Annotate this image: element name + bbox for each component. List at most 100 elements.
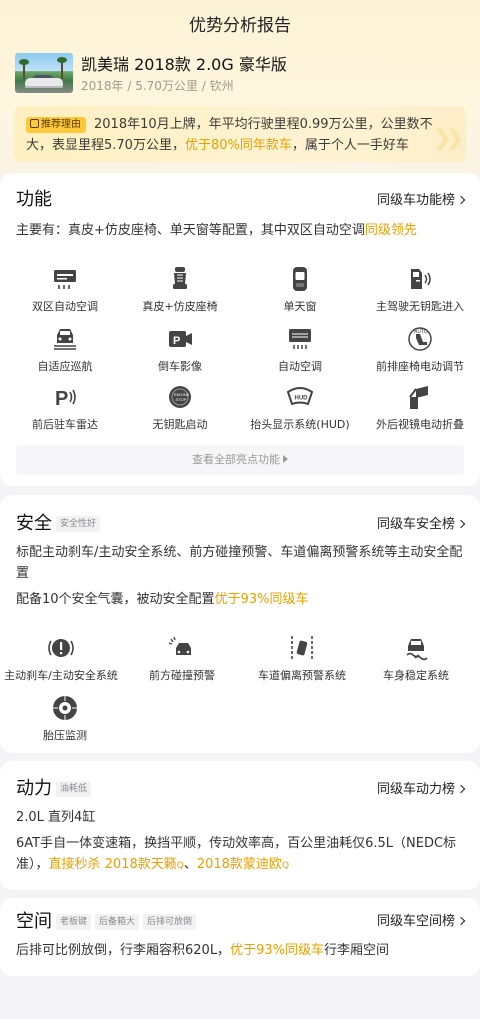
recommend-reason: 推荐理由 2018年10月上牌，年平均行驶里程0.99万公里，公里数不大，表显里… [14,106,466,162]
view-all-features-button[interactable]: 查看全部亮点功能 [16,445,464,475]
feature-reverse-camera[interactable]: P 倒车影像 [120,325,240,374]
search-icon: Q [176,861,184,871]
keyless-start-icon: ENGINESTOP [169,386,191,408]
lane-departure-icon [291,636,313,660]
chevron-right-icon [456,784,466,794]
power-engine: 2.0L 直列4缸 [16,810,96,825]
space-rank-label: 同级车空间榜 [376,914,455,929]
space-tag: 老板键 [56,914,92,930]
function-card: 功能 同级车功能榜 主要有：真皮+仿皮座椅、单天窗等配置，其中双区自动空调同级领… [0,173,480,486]
power-desc: 6AT手自一体变速箱，换挡平顺，传动效率高，百公里油耗仅6.5L（NEDC标准）… [16,833,464,877]
space-tag: 后备箱大 [95,914,140,930]
chevron-right-icon [456,519,466,529]
feature-keyless-entry[interactable]: 主驾驶无钥匙进入 [360,265,480,314]
mirror-fold-icon [409,386,428,409]
power-compare-link-1[interactable]: 直接秒杀 2018款天籁Q [49,857,184,872]
leather-seat-icon [173,267,187,289]
space-desc-highlight: 优于93%同级车 [230,943,324,958]
feature-stability-control[interactable]: 车身稳定系统 [356,634,476,683]
feature-label: 无钥匙启动 [152,418,208,431]
space-rank-link[interactable]: 同级车空间榜 [376,910,466,929]
feature-label: 倒车影像 [158,360,202,373]
hud-icon: HUD [286,387,314,406]
feature-label: 车身稳定系统 [383,669,449,682]
space-title-label: 空间 [16,911,52,932]
page-title: 优势分析报告 [189,16,291,36]
power-card: 动力 油耗低 同级车动力榜 2.0L 直列4缸 6AT手自一体变速箱，换挡平顺，传… [0,761,480,890]
safety-desc-passive-a: 配备10个安全气囊，被动安全配置 [16,592,215,607]
car-thumbnail[interactable] [15,53,73,93]
triangle-right-icon [283,455,288,463]
feature-hud[interactable]: HUD 抬头显示系统(HUD) [240,383,360,432]
safety-card: 安全 安全性好 同级车安全榜 标配主动刹车/主动安全系统、前方碰撞预警、车道偏离预… [0,495,480,753]
feature-label: 自动空调 [278,360,322,373]
collision-warning-icon [168,636,191,655]
feature-active-brake[interactable]: 主动刹车/主动安全系统 [2,634,120,683]
space-tag: 后排可放倒 [143,914,197,930]
feature-label: 前排座椅电动调节 [376,360,464,373]
feature-mirror-fold[interactable]: 外后视镜电动折叠 [360,383,480,432]
palm-leaf [19,59,29,65]
power-compare-label-2: 2018款蒙迪欧 [196,857,282,872]
feature-dual-zone-ac[interactable]: 双区自动空调 [5,265,125,314]
car-meta: 2018年 / 5.70万公里 / 钦州 [81,79,234,93]
svg-text:P: P [55,388,68,410]
feature-leather-seat[interactable]: 真皮+仿皮座椅 [120,265,240,314]
feature-adaptive-cruise[interactable]: 自适应巡航 [5,325,125,374]
recommend-text: 2018年10月上牌，年平均行驶里程0.99万公里，公里数不大，表显里程5.70… [26,114,452,156]
power-rank-label: 同级车动力榜 [376,782,455,797]
tire-pressure-icon [53,696,77,720]
power-compare-link-2[interactable]: 2018款蒙迪欧Q [197,857,289,872]
feature-sunroof[interactable]: 单天窗 [240,265,360,314]
sunroof-icon [293,267,307,291]
safety-desc-active: 标配主动刹车/主动安全系统、前方碰撞预警、车道偏离预警系统等主动安全配置 [16,545,463,581]
power-compare-label-1: 直接秒杀 2018款天籁 [48,857,177,872]
feature-tire-pressure[interactable]: 胎压监测 [5,694,125,743]
stability-control-icon [406,639,428,661]
feature-keyless-start[interactable]: ENGINE STOP 无钥匙启动 [120,383,240,432]
feature-label: 车道偏离预警系统 [258,669,346,682]
recommend-text-b: ，属于个人一手好车 [291,138,409,153]
reverse-camera-icon: P [169,331,192,347]
chevrons-decor-icon: ❯❯ [433,126,464,151]
feature-label: 主驾驶无钥匙进入 [376,300,464,313]
search-icon: Q [281,861,290,871]
function-rank-label: 同级车功能榜 [376,193,455,208]
feature-label: 外后视镜电动折叠 [376,418,464,431]
safety-tag: 安全性好 [56,516,101,532]
feature-label: 双区自动空调 [32,300,98,313]
feature-label: 主动刹车/主动安全系统 [4,669,118,682]
power-seat-icon: AUTO [408,327,432,351]
svg-text:HUD: HUD [295,396,309,402]
car-body [25,78,63,88]
space-title: 空间 老板键 后备箱大 后排可放倒 [16,907,197,933]
parking-radar-icon: P [55,388,76,410]
safety-title: 安全 安全性好 [16,509,101,535]
view-all-label: 查看全部亮点功能 [192,453,280,466]
safety-title-label: 安全 [16,513,52,534]
power-title: 动力 油耗低 [16,774,92,800]
feature-parking-radar[interactable]: P 前后驻车雷达 [5,383,125,432]
feature-lane-departure[interactable]: 车道偏离预警系统 [242,634,362,683]
safety-rank-link[interactable]: 同级车安全榜 [377,513,466,532]
feature-power-seat[interactable]: AUTO 前排座椅电动调节 [360,325,480,374]
function-title: 功能 [16,189,52,210]
power-rank-link[interactable]: 同级车动力榜 [376,778,466,797]
function-rank-link[interactable]: 同级车功能榜 [376,189,466,208]
feature-label: 前方碰撞预警 [149,669,215,682]
space-desc: 后排可比例放倒，行李厢容积620L，优于93%同级车行李厢空间 [16,940,464,961]
feature-collision-warning[interactable]: 前方碰撞预警 [122,634,242,683]
power-tag: 油耗低 [56,781,92,797]
power-sep: 、 [183,857,197,872]
svg-text:STOP: STOP [176,397,187,402]
auto-ac-icon [289,329,311,349]
svg-text:P: P [173,335,180,347]
adaptive-cruise-icon [54,329,76,350]
dual-zone-ac-icon [54,270,76,289]
feature-auto-ac[interactable]: 自动空调 [240,325,360,374]
active-brake-icon [48,639,74,657]
space-card: 空间 老板键 后备箱大 后排可放倒 同级车空间榜 后排可比例放倒，行李厢容积620L，… [0,898,480,976]
keyless-entry-icon [411,269,431,289]
palm-leaf [57,57,67,63]
function-desc: 主要有：真皮+仿皮座椅、单天窗等配置，其中双区自动空调同级领先 [16,220,464,241]
